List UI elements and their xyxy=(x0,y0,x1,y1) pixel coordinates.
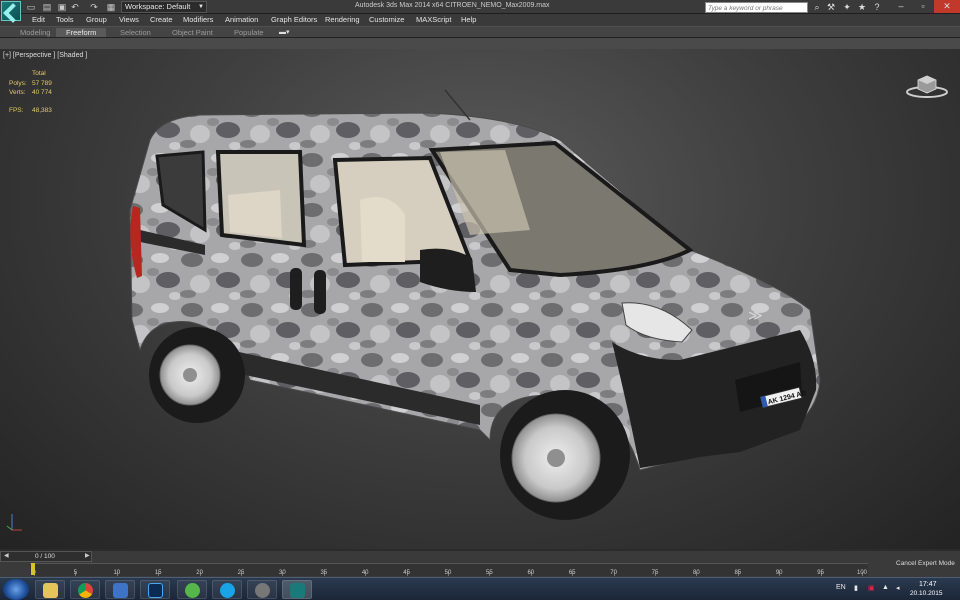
timeline-tick-label: 95 xyxy=(817,570,824,576)
timeline-tick-label: 25 xyxy=(237,570,245,576)
start-button[interactable] xyxy=(3,579,29,600)
timeline-tick-label: 55 xyxy=(486,570,493,576)
time-back-icon[interactable]: ◀ xyxy=(4,552,9,559)
language-indicator[interactable]: EN xyxy=(836,584,846,591)
app-icon xyxy=(113,583,128,598)
app-logo-icon[interactable] xyxy=(1,1,21,21)
svg-text:≫: ≫ xyxy=(748,307,763,323)
skype-icon xyxy=(220,583,235,598)
taskbar-camera[interactable] xyxy=(247,580,277,599)
timeline-tick-label: 50 xyxy=(444,570,452,576)
clock-time[interactable]: 17:47 xyxy=(919,581,937,588)
taskbar-explorer[interactable] xyxy=(35,580,65,599)
taskbar-photoshop[interactable] xyxy=(140,580,170,599)
photoshop-icon xyxy=(148,583,163,598)
timeline-tick-label: 100 xyxy=(856,570,868,576)
utorrent-icon xyxy=(185,583,200,598)
timeline-tick-label: 5 xyxy=(73,570,78,576)
taskbar-chrome[interactable] xyxy=(70,580,100,599)
taskbar-app-3[interactable] xyxy=(105,580,135,599)
taskbar-3dsmax[interactable] xyxy=(282,580,312,599)
3dsmax-icon xyxy=(290,583,305,598)
cancel-expert-mode-button[interactable]: Cancel Expert Mode xyxy=(896,560,955,567)
chrome-icon xyxy=(78,583,93,598)
timeline-tick-label: 20 xyxy=(196,570,203,576)
time-slider[interactable]: ◀ 0 / 100 ▶ xyxy=(0,551,92,562)
timeline-tick-label: 35 xyxy=(320,570,328,576)
network-icon[interactable]: ▮ xyxy=(854,584,858,592)
timeline-current-frame-marker[interactable] xyxy=(31,563,35,575)
taskbar-utorrent[interactable] xyxy=(177,580,207,599)
folder-icon xyxy=(43,583,58,598)
time-forward-icon[interactable]: ▶ xyxy=(85,552,90,559)
timeline-tick-label: 15 xyxy=(154,570,162,576)
clock-date[interactable]: 20.10.2015 xyxy=(910,590,943,597)
time-slider-value: 0 / 100 xyxy=(35,553,55,560)
timeline-tick-label: 75 xyxy=(651,570,659,576)
timeline-tick-label: 45 xyxy=(403,570,410,576)
timeline-tick-label: 65 xyxy=(568,570,576,576)
taskbar-skype[interactable] xyxy=(212,580,242,599)
timeline-tick-label: 60 xyxy=(527,570,535,576)
camera-icon xyxy=(255,583,270,598)
volume-icon[interactable]: ◂ xyxy=(896,584,900,592)
tray-flag-icon[interactable]: ▲ xyxy=(882,584,889,591)
timeline-tick-label: 10 xyxy=(113,570,121,576)
timeline-tick-label: 40 xyxy=(361,570,369,576)
timeline-tick-label: 30 xyxy=(279,570,286,576)
timeline-tick-label: 70 xyxy=(610,570,617,576)
timeline-tick-label: 80 xyxy=(693,570,700,576)
timeline-track[interactable]: 0510152025303540455055606570758085909510… xyxy=(30,563,868,576)
timeline-tick-label: 85 xyxy=(734,570,742,576)
security-icon[interactable]: ▣ xyxy=(868,584,875,592)
windows-taskbar: EN ▮ ▣ ▲ ◂ 17:47 20.10.2015 xyxy=(0,577,960,600)
timeline-panel: ◀ 0 / 100 ▶ 0510152025303540455055606570… xyxy=(0,551,960,577)
timeline-tick-label: 90 xyxy=(775,570,783,576)
car-model[interactable]: ≫ AK 1294 AB xyxy=(0,0,960,600)
